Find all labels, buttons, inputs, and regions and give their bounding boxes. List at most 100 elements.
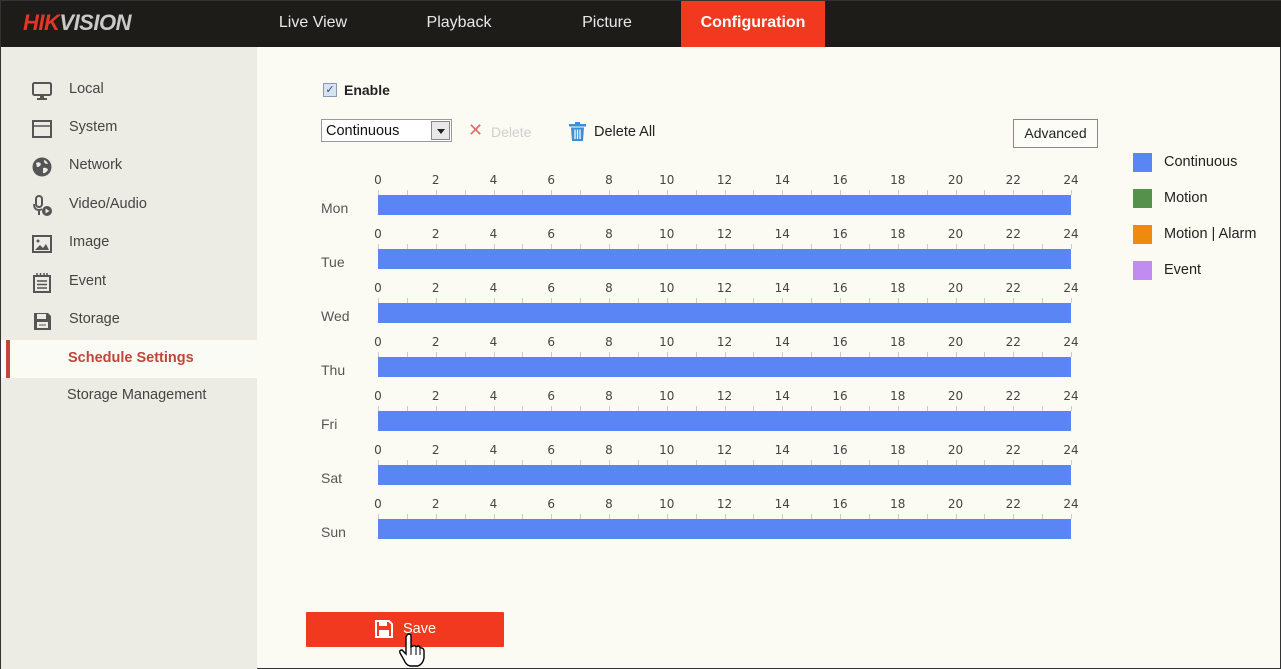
hour-tick-label: 2 — [431, 281, 440, 295]
sidebar: Local System Network Video/Audio Image E… — [1, 47, 257, 669]
tab-configuration[interactable]: Configuration — [681, 1, 825, 47]
legend-swatch — [1133, 261, 1152, 280]
day-timeline-track[interactable] — [378, 411, 1071, 431]
hour-tick-label: 14 — [774, 443, 790, 457]
enable-checkbox[interactable]: ✓ — [323, 83, 337, 97]
hour-tick-label: 16 — [832, 389, 848, 403]
schedule-segment[interactable] — [378, 249, 1071, 269]
sidebar-item-event[interactable]: Event — [1, 263, 257, 301]
hour-tick-label: 6 — [547, 443, 556, 457]
sidebar-subitem-label: Schedule Settings — [68, 350, 194, 366]
day-timeline-track[interactable] — [378, 303, 1071, 323]
sidebar-item-label: Event — [69, 273, 107, 289]
sidebar-item-image[interactable]: Image — [1, 224, 257, 262]
hour-tick — [1071, 406, 1072, 411]
hour-tick-label: 2 — [431, 173, 440, 187]
hour-tick-label: 6 — [547, 335, 556, 349]
tab-playback[interactable]: Playback — [405, 1, 513, 47]
enable-label: Enable — [344, 82, 390, 98]
schedule-segment[interactable] — [378, 357, 1071, 377]
day-label: Sat — [321, 470, 343, 486]
legend-label: Event — [1164, 262, 1202, 278]
hour-tick — [1071, 244, 1072, 249]
hour-tick-label: 10 — [659, 227, 675, 241]
hour-tick-label: 6 — [547, 173, 556, 187]
hour-tick-label: 22 — [1005, 335, 1021, 349]
hour-tick-label: 14 — [774, 227, 790, 241]
day-row-sun: Sun 0 2 4 6 8 10 12 14 16 18 20 22 24 — [257, 497, 1087, 551]
hour-tick-label: 24 — [1063, 497, 1079, 511]
hour-tick-label: 14 — [774, 389, 790, 403]
day-timeline-track[interactable] — [378, 195, 1071, 215]
day-row-tue: Tue 0 2 4 6 8 10 12 14 16 18 20 22 24 — [257, 227, 1087, 281]
hour-tick-label: 20 — [947, 335, 964, 349]
hour-tick-label: 0 — [374, 497, 382, 511]
day-timeline-track[interactable] — [378, 357, 1071, 377]
day-label: Sun — [321, 524, 346, 540]
hour-tick-label: 18 — [890, 173, 906, 187]
top-navigation-bar: HIKVISION Live View Playback Picture Con… — [1, 1, 1281, 47]
tab-live-view[interactable]: Live View — [259, 1, 367, 47]
schedule-segment[interactable] — [378, 465, 1071, 485]
hour-tick-label: 0 — [374, 389, 382, 403]
hour-tick-label: 12 — [716, 497, 733, 511]
hour-tick-label: 4 — [489, 281, 498, 295]
schedule-segment[interactable] — [378, 411, 1071, 431]
hour-tick-label: 22 — [1005, 389, 1021, 403]
hour-tick-label: 16 — [832, 497, 848, 511]
hour-tick-label: 0 — [374, 335, 382, 349]
tab-picture[interactable]: Picture — [553, 1, 661, 47]
day-row-wed: Wed 0 2 4 6 8 10 12 14 16 18 20 22 24 — [257, 281, 1087, 335]
day-timeline-track[interactable] — [378, 465, 1071, 485]
day-timeline-track[interactable] — [378, 249, 1071, 269]
sidebar-item-system[interactable]: System — [1, 109, 257, 147]
sidebar-item-label: Local — [69, 81, 104, 97]
hour-tick-label: 22 — [1005, 227, 1021, 241]
hour-tick-label: 8 — [605, 389, 613, 403]
monitor-icon — [32, 82, 52, 100]
active-indicator — [6, 340, 10, 378]
hour-tick-label: 14 — [774, 173, 790, 187]
day-label: Wed — [321, 308, 350, 324]
hour-tick-label: 24 — [1063, 173, 1079, 187]
legend-label: Motion | Alarm — [1164, 226, 1257, 242]
sidebar-item-network[interactable]: Network — [1, 147, 257, 185]
sidebar-item-storage[interactable]: Storage — [1, 301, 257, 339]
hour-tick-label: 12 — [716, 173, 733, 187]
hour-tick-label: 10 — [659, 335, 675, 349]
hour-tick-label: 12 — [716, 443, 733, 457]
legend-swatch — [1133, 189, 1152, 208]
schedule-segment[interactable] — [378, 303, 1071, 323]
trash-icon — [569, 122, 586, 141]
hour-tick-label: 6 — [547, 281, 556, 295]
sidebar-subitem-schedule-settings[interactable]: Schedule Settings — [1, 340, 257, 378]
chevron-down-icon[interactable] — [431, 121, 450, 140]
day-timeline-track[interactable] — [378, 519, 1071, 539]
mic-play-icon — [33, 195, 52, 216]
sidebar-subitem-storage-management[interactable]: Storage Management — [1, 377, 257, 415]
sidebar-item-label: Video/Audio — [69, 196, 147, 212]
hour-tick-label: 16 — [832, 335, 848, 349]
advanced-button[interactable]: Advanced — [1013, 119, 1098, 148]
hour-tick-label: 4 — [489, 443, 498, 457]
hour-tick-label: 8 — [605, 443, 613, 457]
day-label: Tue — [321, 254, 345, 270]
schedule-settings-panel: ✓ Enable Continuous ✕ Delete Delete All … — [257, 47, 1281, 669]
sidebar-item-video-audio[interactable]: Video/Audio — [1, 186, 257, 224]
schedule-segment[interactable] — [378, 519, 1071, 539]
day-label: Fri — [321, 416, 338, 432]
image-icon — [32, 235, 52, 253]
hour-tick-label: 10 — [659, 497, 675, 511]
schedule-segment[interactable] — [378, 195, 1071, 215]
hour-tick-label: 6 — [547, 389, 556, 403]
hour-tick-label: 22 — [1005, 443, 1021, 457]
hour-tick-label: 12 — [716, 389, 733, 403]
sidebar-item-label: System — [69, 119, 118, 135]
schedule-type-select[interactable]: Continuous — [321, 119, 452, 142]
hour-tick-label: 24 — [1063, 443, 1079, 457]
hour-tick-label: 2 — [431, 443, 440, 457]
sidebar-item-local[interactable]: Local — [1, 71, 257, 109]
hour-tick-label: 2 — [431, 227, 440, 241]
legend-swatch — [1133, 153, 1152, 172]
hour-tick-label: 2 — [431, 389, 440, 403]
